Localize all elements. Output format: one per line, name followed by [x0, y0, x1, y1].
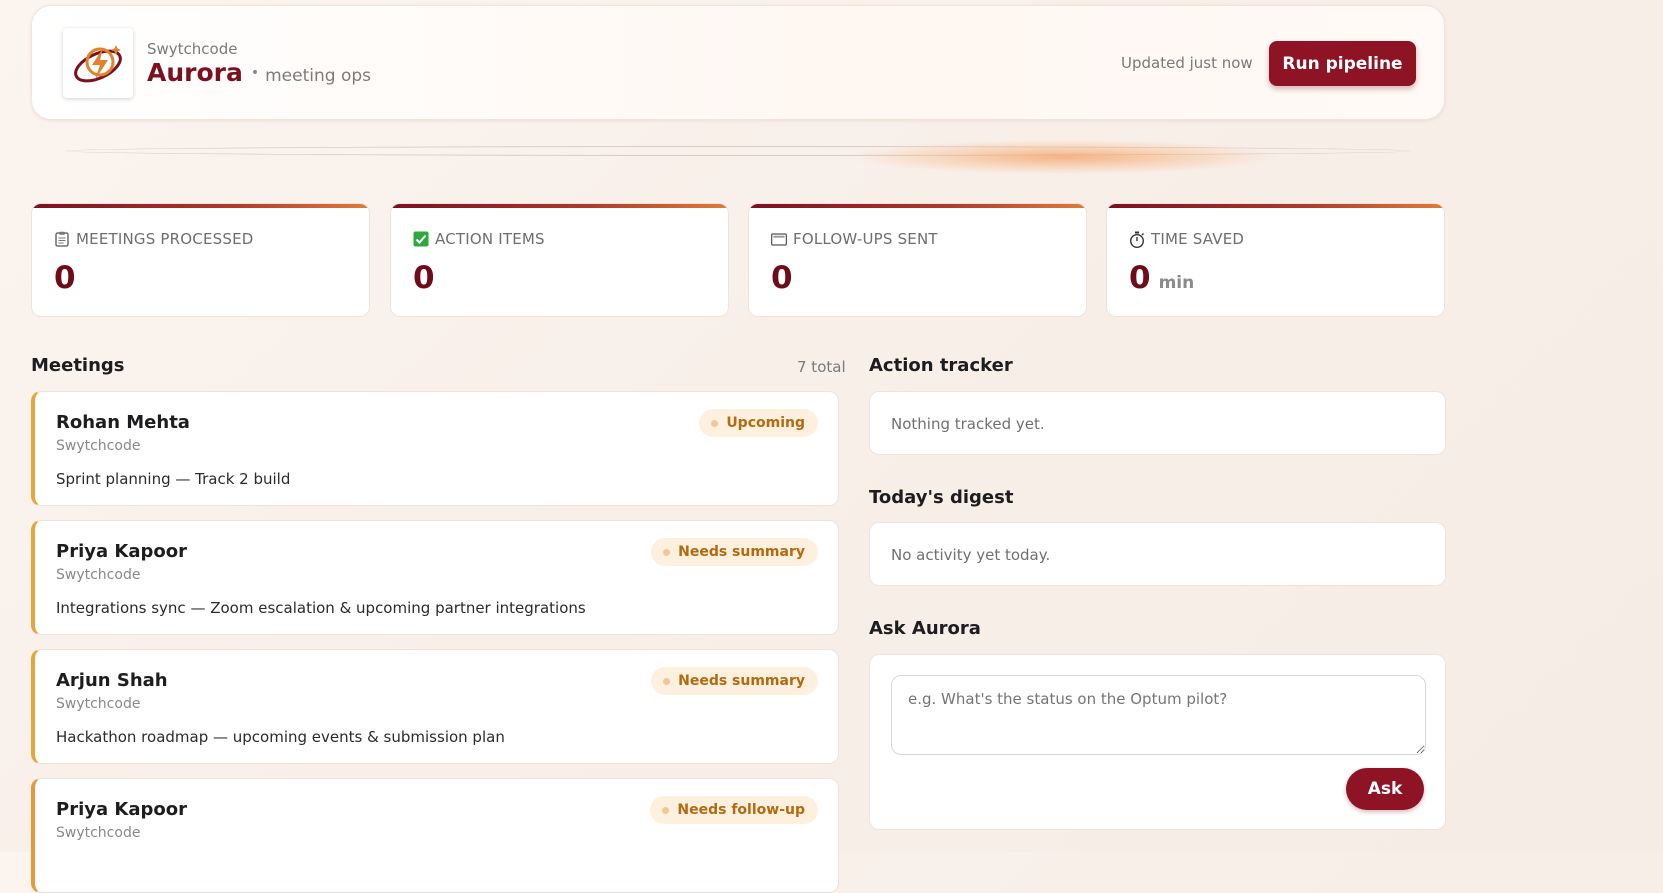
stat-value: 0 [771, 260, 793, 296]
status-dot-icon [663, 677, 671, 685]
stat-card-action-items: ACTION ITEMS 0 [390, 203, 729, 317]
stat-label: FOLLOW-UPS SENT [771, 230, 938, 248]
digest-title: Today's digest [869, 487, 1014, 508]
status-text: Upcoming [726, 415, 805, 431]
stat-card-follow-ups: FOLLOW-UPS SENT 0 [748, 203, 1087, 317]
ask-title: Ask Aurora [869, 618, 981, 639]
meeting-name: Priya Kapoor [56, 799, 187, 820]
stat-label-text: FOLLOW-UPS SENT [793, 230, 938, 248]
status-badge: Needs summary [651, 538, 818, 566]
status-dot-icon [662, 806, 670, 814]
meeting-org: Swytchcode [56, 696, 141, 712]
brand-subtitle: meeting ops [265, 66, 372, 86]
ask-button[interactable]: Ask [1346, 768, 1424, 810]
stat-label: TIME SAVED [1129, 230, 1244, 248]
status-text: Needs summary [678, 544, 805, 560]
action-tracker-title: Action tracker [869, 355, 1013, 376]
meetings-title: Meetings [31, 355, 125, 376]
stat-unit: min [1158, 273, 1195, 293]
meeting-card[interactable]: Rohan Mehta Swytchcode Sprint planning —… [31, 391, 839, 506]
brand-title: Aurora [147, 58, 243, 87]
action-tracker-panel: Nothing tracked yet. [869, 391, 1446, 455]
stat-label-text: ACTION ITEMS [435, 230, 545, 248]
status-badge: Needs follow-up [650, 796, 818, 824]
stat-number: 0 [413, 260, 435, 296]
stat-value: 0 min [1129, 260, 1194, 296]
meeting-org: Swytchcode [56, 438, 141, 454]
meeting-card[interactable]: Priya Kapoor Swytchcode Needs follow-up [31, 778, 839, 893]
stat-label: ACTION ITEMS [413, 230, 545, 248]
status-text: Needs follow-up [677, 802, 805, 818]
org-name: Swytchcode [147, 40, 238, 58]
digest-empty: No activity yet today. [891, 546, 1051, 564]
meeting-description: Integrations sync — Zoom escalation & up… [56, 599, 586, 617]
app-logo [63, 28, 133, 98]
meeting-description: Sprint planning — Track 2 build [56, 470, 291, 488]
stat-label-text: TIME SAVED [1151, 230, 1245, 248]
stat-label: MEETINGS PROCESSED [54, 230, 254, 248]
stat-number: 0 [1129, 260, 1151, 296]
digest-panel: No activity yet today. [869, 522, 1446, 586]
meeting-org: Swytchcode [56, 567, 141, 583]
ask-panel: Ask [869, 654, 1446, 830]
stopwatch-icon [1129, 231, 1145, 248]
meeting-description: Hackathon roadmap — upcoming events & su… [56, 728, 505, 746]
clipboard-icon [54, 231, 70, 247]
status-badge: Needs summary [651, 667, 818, 695]
meeting-org: Swytchcode [56, 825, 141, 841]
check-box-icon [413, 231, 429, 247]
stat-card-meetings: MEETINGS PROCESSED 0 [31, 203, 370, 317]
meeting-card[interactable]: Arjun Shah Swytchcode Hackathon roadmap … [31, 649, 839, 764]
meeting-card[interactable]: Priya Kapoor Swytchcode Integrations syn… [31, 520, 839, 635]
status-dot-icon [711, 419, 719, 427]
stat-value: 0 [54, 260, 76, 296]
status-text: Needs summary [678, 673, 805, 689]
stat-label-text: MEETINGS PROCESSED [76, 230, 254, 248]
meeting-name: Arjun Shah [56, 670, 168, 691]
meetings-total: 7 total [797, 358, 846, 376]
stat-card-time-saved: TIME SAVED 0 min [1106, 203, 1445, 317]
meeting-name: Rohan Mehta [56, 412, 190, 433]
meeting-name: Priya Kapoor [56, 541, 187, 562]
run-pipeline-button[interactable]: Run pipeline [1269, 41, 1416, 86]
brand-separator: • [250, 65, 260, 81]
progress-glow [855, 140, 1275, 174]
envelope-icon [771, 231, 787, 247]
updated-status: Updated just now [1121, 54, 1253, 72]
status-badge: Upcoming [699, 409, 818, 437]
ask-input[interactable] [891, 675, 1426, 755]
stat-number: 0 [54, 260, 76, 296]
stat-value: 0 [413, 260, 435, 296]
app-header: Swytchcode Aurora • meeting ops Updated … [31, 5, 1445, 120]
stat-number: 0 [771, 260, 793, 296]
brand-line: Aurora • meeting ops [147, 58, 371, 87]
lightning-orbit-icon [74, 45, 122, 83]
action-tracker-empty: Nothing tracked yet. [891, 415, 1045, 433]
status-dot-icon [663, 548, 671, 556]
